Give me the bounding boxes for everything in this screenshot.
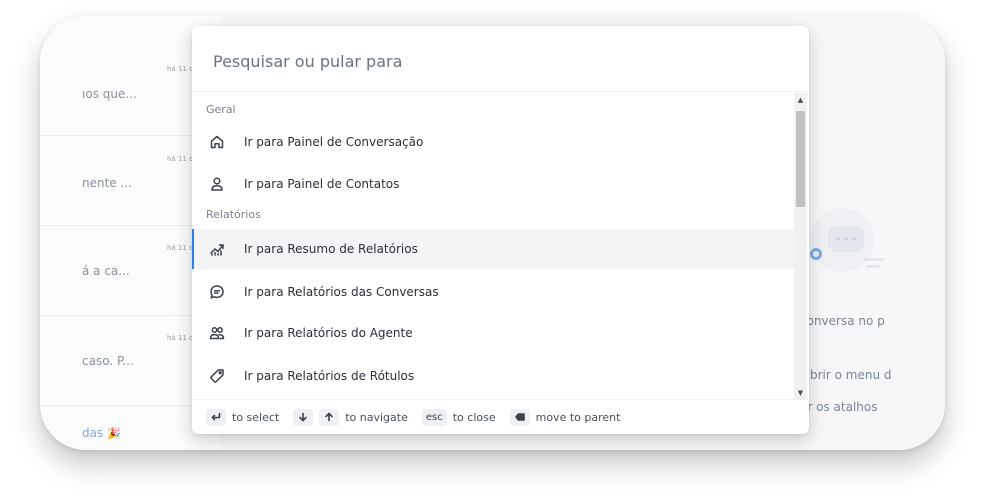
chat-bubble-icon — [209, 284, 225, 300]
conversation-snippet: nente ... — [82, 176, 132, 190]
command-item-conversation-dashboard[interactable]: Ir para Painel de Conversação — [192, 122, 794, 162]
command-results-list: Geral Ir para Painel de Conversação Ir p… — [192, 93, 794, 399]
results-scrollbar[interactable]: ▲ ▼ — [794, 93, 807, 399]
command-item-label: Ir para Resumo de Relatórios — [244, 242, 418, 256]
conversation-snippet: caso. P... — [82, 354, 134, 368]
close-hint: to close — [452, 410, 496, 424]
scroll-thumb[interactable] — [796, 111, 805, 207]
command-item-contacts-dashboard[interactable]: Ir para Painel de Contatos — [192, 164, 794, 204]
conversation-snippet: ıos que... — [82, 87, 137, 101]
empty-state-hint: conversa no p — [800, 314, 885, 328]
tag-icon — [209, 368, 225, 384]
arrow-down-key-icon — [293, 408, 314, 426]
command-search-input[interactable] — [213, 46, 773, 76]
chat-illustration-icon — [810, 208, 884, 272]
conversation-time: há 11 d — [167, 334, 194, 342]
command-item-label: Ir para Relatórios das Conversas — [244, 285, 439, 299]
group-label-relatorios: Relatórios — [206, 208, 261, 221]
home-icon — [209, 134, 225, 150]
empty-state-hint: brir o menu d — [810, 368, 892, 382]
scroll-down-arrow-icon[interactable]: ▼ — [794, 386, 807, 399]
contact-icon — [209, 176, 225, 192]
command-item-label-reports[interactable]: Ir para Relatórios de Rótulos — [192, 356, 794, 396]
group-label-geral: Geral — [206, 103, 236, 116]
command-palette: Geral Ir para Painel de Conversação Ir p… — [192, 26, 809, 434]
command-palette-footer: to select to navigate esc to close move … — [192, 399, 809, 434]
conversation-time: há 11 d — [167, 155, 194, 163]
select-hint: to select — [232, 410, 280, 424]
command-item-reports-overview[interactable]: Ir para Resumo de Relatórios — [192, 229, 794, 269]
party-emoji-icon: 🎉 — [107, 427, 121, 440]
agents-icon — [209, 325, 225, 341]
conversation-time: há 11 d — [167, 244, 194, 252]
command-item-conversation-reports[interactable]: Ir para Relatórios das Conversas — [192, 272, 794, 312]
command-item-label: Ir para Painel de Conversação — [244, 135, 424, 149]
command-item-label: Ir para Relatórios de Rótulos — [244, 369, 415, 383]
conversation-time: há 11 d — [167, 65, 194, 73]
command-item-label: Ir para Relatórios do Agente — [244, 326, 413, 340]
command-item-label: Ir para Painel de Contatos — [244, 177, 400, 191]
enter-key-icon — [206, 408, 226, 426]
command-item-agent-reports[interactable]: Ir para Relatórios do Agente — [192, 313, 794, 353]
arrow-up-key-icon — [319, 408, 340, 426]
conversation-snippet: á a ca... — [82, 264, 130, 278]
backspace-key-icon — [509, 408, 530, 426]
esc-key: esc — [421, 408, 447, 426]
conversation-snippet: das 🎉 — [82, 426, 121, 440]
parent-hint: move to parent — [535, 410, 621, 424]
navigate-hint: to navigate — [345, 410, 408, 424]
chart-trend-icon — [209, 241, 225, 257]
empty-state-hint: er os atalhos — [800, 400, 878, 414]
scroll-up-arrow-icon[interactable]: ▲ — [794, 93, 807, 106]
command-search-bar — [192, 26, 809, 92]
